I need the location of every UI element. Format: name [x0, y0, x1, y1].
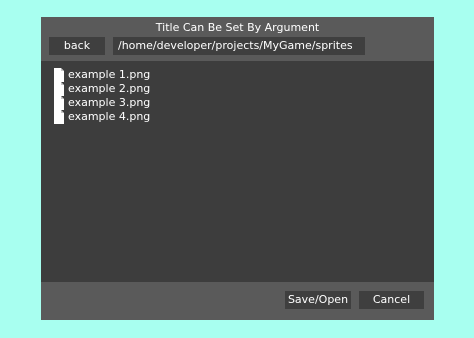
path-field[interactable]: /home/developer/projects/MyGame/sprites — [113, 37, 365, 55]
save-open-button[interactable]: Save/Open — [285, 291, 351, 309]
file-name: example 3.png — [68, 96, 151, 109]
file-icon — [54, 96, 64, 110]
file-icon — [54, 82, 64, 96]
file-icon — [54, 110, 64, 124]
file-dialog: Title Can Be Set By Argument back /home/… — [41, 17, 434, 320]
list-item[interactable]: example 2.png — [53, 82, 150, 96]
list-item[interactable]: example 3.png — [53, 96, 150, 110]
file-name: example 2.png — [68, 82, 151, 95]
file-icon — [54, 68, 64, 82]
dialog-title: Title Can Be Set By Argument — [155, 21, 320, 34]
file-name: example 1.png — [68, 68, 151, 81]
back-button[interactable]: back — [49, 37, 105, 55]
file-name: example 4.png — [68, 110, 151, 123]
list-item[interactable]: example 4.png — [53, 110, 150, 124]
file-list[interactable]: example 1.png example 2.png example 3.pn… — [41, 61, 434, 282]
list-item[interactable]: example 1.png — [53, 68, 150, 82]
cancel-button[interactable]: Cancel — [359, 291, 424, 309]
